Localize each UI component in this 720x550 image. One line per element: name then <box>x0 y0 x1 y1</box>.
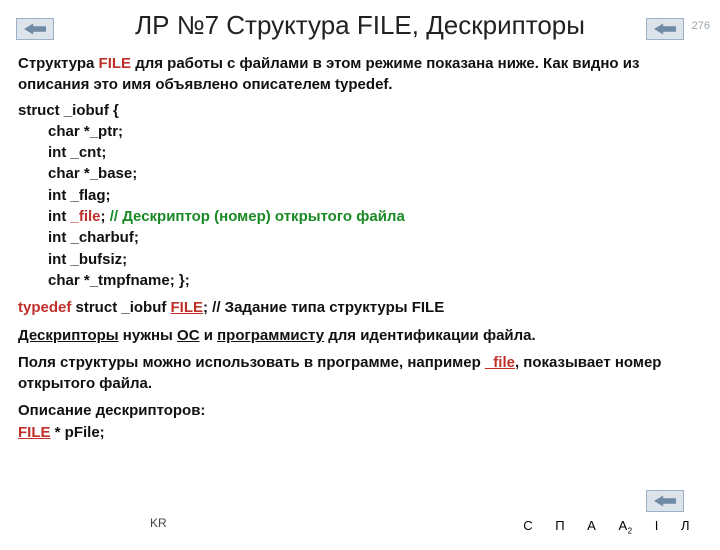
intro-part1: Структура <box>18 55 99 72</box>
desc-p5: программисту <box>217 327 324 344</box>
desc-p6: для идентификации файла. <box>324 327 536 344</box>
typedef-tail: ; // Задание типа структуры FILE <box>203 299 444 316</box>
typedef-line: typedef struct _iobuf FILE; // Задание т… <box>18 297 702 318</box>
footer-l[interactable]: Л <box>681 518 690 533</box>
desc-p3: ОС <box>177 327 200 344</box>
footer-a2[interactable]: А2 <box>618 518 632 533</box>
desc-p1: Дескрипторы <box>18 327 119 344</box>
page-title: ЛР №7 Структура FILE, Дескрипторы <box>0 10 720 41</box>
typedef-file: FILE <box>171 299 204 316</box>
field-file-comment: // Дескриптор (номер) открытого файла <box>110 208 405 225</box>
descriptor-header: Описание дескрипторов: <box>18 400 702 421</box>
nav-arrow-back-bottom[interactable] <box>646 490 684 512</box>
field-file-semi: ; <box>101 208 110 225</box>
footer-p[interactable]: П <box>555 518 565 533</box>
page-number: 276 <box>692 20 710 32</box>
field-base: char *_base; <box>18 163 702 184</box>
intro-file-kw: FILE <box>99 55 132 72</box>
decl-rest: * pFile; <box>51 424 105 441</box>
field-tmpfname: char *_tmpfname; }; <box>18 270 702 291</box>
desc-p2: нужны <box>119 327 177 344</box>
intro-paragraph: Структура FILE для работы с файлами в эт… <box>18 53 702 96</box>
field-ptr: char *_ptr; <box>18 121 702 142</box>
field-file-name: _file <box>71 208 101 225</box>
decl-line: FILE * pFile; <box>18 422 702 443</box>
footer-c[interactable]: С <box>523 518 533 533</box>
struct-header: struct _iobuf { <box>18 100 702 121</box>
decl-kw: FILE <box>18 424 51 441</box>
field-file-prefix: int <box>48 208 71 225</box>
field-flag: int _flag; <box>18 185 702 206</box>
fs-p1: Поля структуры можно использовать в прог… <box>18 354 485 371</box>
typedef-mid: struct _iobuf <box>71 299 170 316</box>
field-cnt: int _cnt; <box>18 142 702 163</box>
typedef-kw: typedef <box>18 299 71 316</box>
field-file: int _file; // Дескриптор (номер) открыто… <box>18 206 702 227</box>
fields-sentence: Поля структуры можно использовать в прог… <box>18 352 702 395</box>
desc-p4: и <box>200 327 218 344</box>
footer-kr: KR <box>150 516 167 530</box>
field-bufsiz: int _bufsiz; <box>18 249 702 270</box>
footer-links: С П А А2 I Л <box>523 518 690 536</box>
nav-arrow-back[interactable] <box>16 18 54 40</box>
footer-i[interactable]: I <box>655 518 659 533</box>
nav-arrow-back-right[interactable] <box>646 18 684 40</box>
slide-content: Структура FILE для работы с файлами в эт… <box>0 53 720 443</box>
footer-a[interactable]: А <box>587 518 596 533</box>
fs-p2: _file <box>485 354 515 371</box>
field-charbuf: int _charbuf; <box>18 227 702 248</box>
descriptor-sentence: Дескрипторы нужны ОС и программисту для … <box>18 325 702 346</box>
